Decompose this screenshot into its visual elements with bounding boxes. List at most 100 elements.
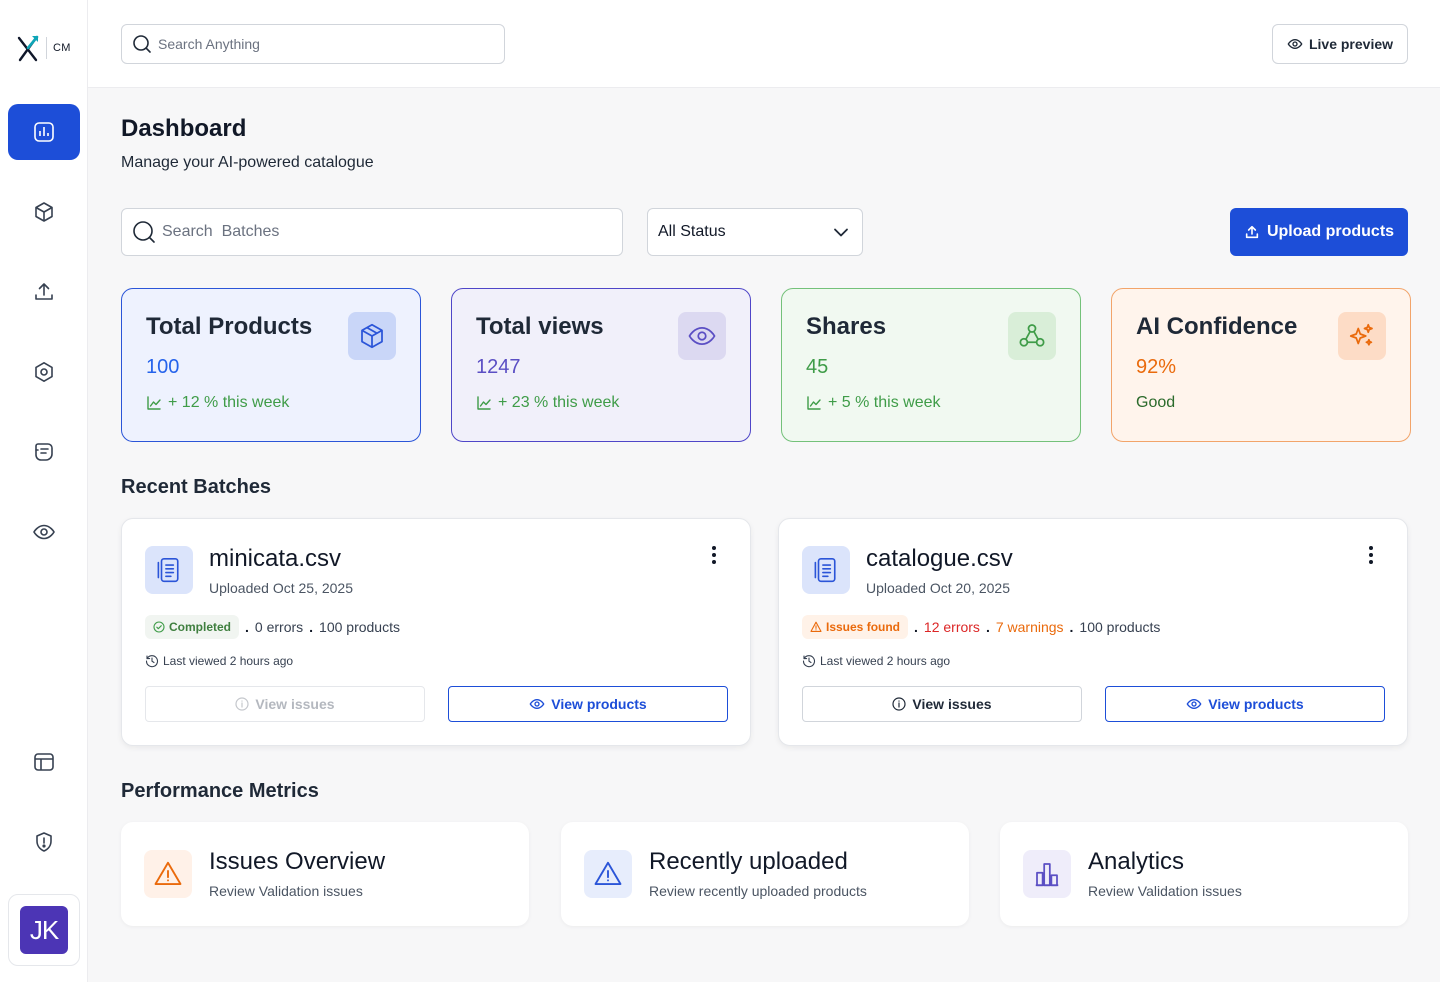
trend-up-icon [477,396,491,410]
batch-search-input[interactable] [162,223,602,241]
layout-icon [34,753,54,771]
stat-trend: + 23 % this week [476,394,726,412]
info-icon [235,697,250,711]
stat-trend-text: + 12 % this week [168,394,290,411]
status-badge-text: Completed [169,620,232,634]
sidebar: CM JK [0,0,88,982]
stat-rating: Good [1136,394,1386,412]
batch-search[interactable] [121,208,623,256]
sidebar-item-dashboard[interactable] [8,104,80,160]
batch-card: minicata.csv Uploaded Oct 25, 2025 Compl… [121,518,751,746]
file-upload-date: Uploaded Oct 25, 2025 [209,580,353,596]
eye-icon [1287,38,1303,50]
view-products-button[interactable]: View products [448,686,728,722]
stat-icon [1008,312,1056,360]
metric-card-recently-uploaded[interactable]: Recently uploaded Review recently upload… [561,822,969,926]
view-issues-button[interactable]: View issues [802,686,1082,722]
metric-card-issues-overview[interactable]: Issues Overview Review Validation issues [121,822,529,926]
user-avatar-button[interactable]: JK [8,894,80,966]
brand-logo[interactable]: CM [16,32,76,64]
logo-divider [46,37,47,59]
last-viewed: Last viewed 2 hours ago [145,654,293,668]
more-options-button[interactable] [708,543,720,567]
eye-icon [33,524,55,540]
history-icon [802,655,816,668]
share-icon [1019,324,1045,347]
stat-icon [678,312,726,360]
metric-card-analytics[interactable]: Analytics Review Validation issues [1000,822,1408,926]
metric-subtitle: Review Validation issues [1088,883,1242,899]
document-icon [814,557,836,583]
stat-card-ai-confidence: AI Confidence 92% Good [1111,288,1411,442]
last-viewed: Last viewed 2 hours ago [802,654,950,668]
separator-dot: . [985,619,990,635]
trend-up-icon [147,396,161,410]
metric-icon [584,850,632,898]
view-products-label: View products [1208,696,1304,712]
chart-icon [34,122,54,142]
view-issues-label: View issues [912,696,992,712]
view-issues-label: View issues [255,696,335,712]
bar-chart-icon [1035,863,1059,887]
sidebar-item-validation[interactable] [8,344,80,400]
sidebar-item-ai[interactable] [8,424,80,480]
stat-rating-text: Good [1136,394,1176,411]
eye-icon [529,698,545,710]
sparkle-icon [1349,323,1373,346]
stat-trend: + 5 % this week [806,394,1056,412]
file-upload-date: Uploaded Oct 20, 2025 [866,580,1010,596]
badge-icon [35,443,53,461]
sidebar-item-security[interactable] [8,814,80,870]
global-search-input[interactable] [158,36,478,52]
last-viewed-text: Last viewed 2 hours ago [163,654,294,668]
check-circle-icon [153,621,165,633]
kebab-menu-icon [712,546,716,564]
history-icon [145,655,159,668]
stat-icon [348,312,396,360]
recent-batches-title: Recent Batches [121,476,272,498]
error-count: 12 errors [923,619,980,635]
product-count: 100 products [1079,619,1161,635]
document-icon [157,557,179,583]
last-viewed-text: Last viewed 2 hours ago [820,654,951,668]
metric-title: Issues Overview [209,848,386,875]
upload-products-button[interactable]: Upload products [1230,208,1408,256]
stat-trend-text: + 23 % this week [498,394,620,411]
separator-dot: . [245,619,249,635]
more-options-button[interactable] [1365,543,1377,567]
kebab-menu-icon [1369,546,1373,564]
metric-subtitle: Review recently uploaded products [649,883,867,899]
chevron-down-icon [834,228,848,237]
search-icon [133,35,151,53]
sidebar-item-products[interactable] [8,184,80,240]
status-filter-select[interactable]: All Status [647,208,863,256]
alert-triangle-icon [594,861,622,885]
upload-icon [1245,225,1259,239]
view-issues-button[interactable]: View issues [145,686,425,722]
stat-trend: + 12 % this week [146,394,396,412]
view-products-label: View products [551,696,647,712]
sidebar-item-upload[interactable] [8,264,80,320]
avatar: JK [20,906,68,954]
metric-icon [144,850,192,898]
sidebar-item-templates[interactable] [8,734,80,790]
logo-text: CM [53,42,71,54]
live-preview-button[interactable]: Live preview [1272,24,1408,64]
metric-title: Analytics [1088,848,1185,875]
shield-icon [36,832,52,852]
topbar: Live preview [88,0,1440,88]
live-preview-label: Live preview [1308,36,1394,52]
batch-meta: Completed . 0 errors . 100 products [145,615,400,639]
global-search[interactable] [121,24,505,64]
upload-icon [35,283,53,300]
view-products-button[interactable]: View products [1105,686,1385,722]
sidebar-item-preview[interactable] [8,504,80,560]
performance-metrics-title: Performance Metrics [121,780,319,802]
info-icon [892,697,907,711]
separator-dot: . [914,619,918,635]
status-badge: Completed [145,615,240,639]
status-badge: Issues found [802,615,909,639]
page-title: Dashboard [121,115,247,142]
metric-title: Recently uploaded [649,848,848,875]
file-icon-wrap [802,546,850,594]
